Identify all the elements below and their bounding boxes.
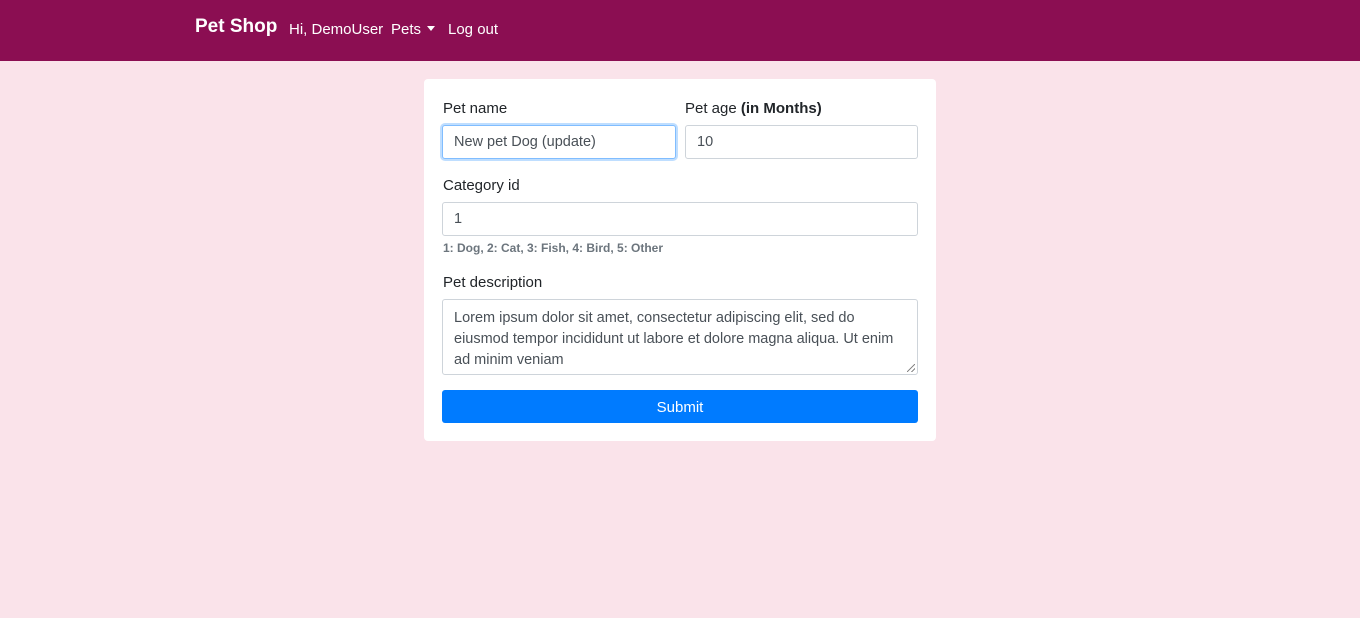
pet-description-textarea[interactable]: Lorem ipsum dolor sit amet, consectetur … (442, 299, 918, 375)
pet-age-input[interactable]: 10 (685, 125, 918, 159)
brand-link[interactable]: Pet Shop (195, 16, 277, 38)
caret-down-icon (427, 26, 436, 31)
category-help-text: 1: Dog, 2: Cat, 3: Fish, 4: Bird, 5: Oth… (443, 241, 664, 255)
pets-menu-label: Pets (391, 21, 422, 38)
pet-age-label-text: Pet age (685, 100, 737, 117)
navbar: Pet Shop Hi, DemoUser Pets Log out (0, 0, 1360, 61)
category-id-label: Category id (443, 177, 520, 194)
pet-description-text: Lorem ipsum dolor sit amet, consectetur … (454, 310, 894, 368)
pet-form-card: Pet name New pet Dog (update) Pet age (i… (424, 79, 936, 441)
pet-description-label: Pet description (443, 274, 543, 291)
pet-name-label: Pet name (443, 100, 508, 117)
logout-link[interactable]: Log out (448, 21, 498, 38)
category-id-input[interactable]: 1 (442, 202, 918, 236)
resize-handle-icon[interactable] (907, 364, 915, 372)
pet-name-input[interactable]: New pet Dog (update) (442, 125, 676, 159)
user-greeting-link[interactable]: Hi, DemoUser (289, 21, 383, 38)
pet-age-label: Pet age (in Months) (685, 100, 822, 117)
submit-button[interactable]: Submit (442, 390, 918, 423)
pet-age-unit-label: (in Months) (740, 100, 822, 117)
pets-dropdown-toggle[interactable]: Pets (391, 21, 436, 38)
